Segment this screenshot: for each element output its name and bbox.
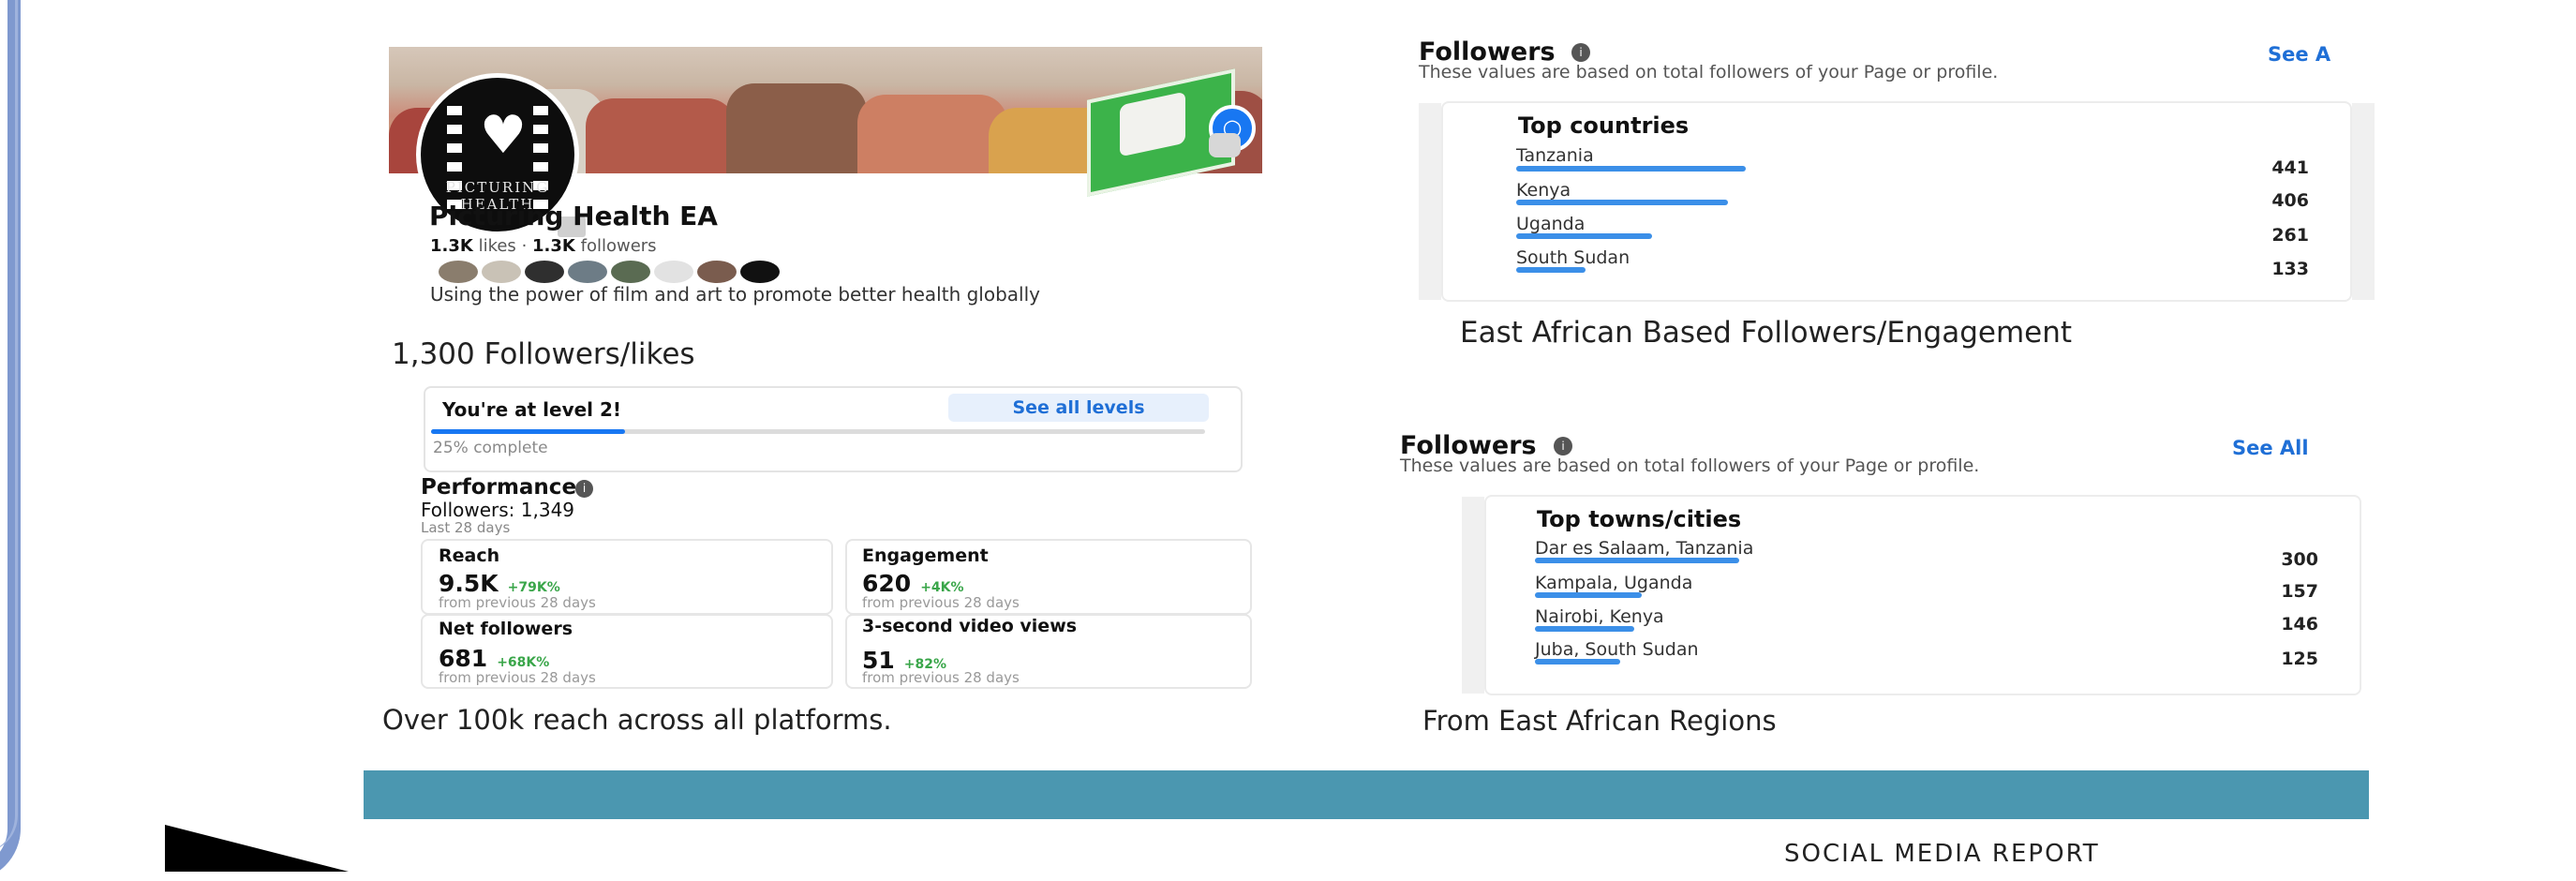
- country-value: 441: [2271, 157, 2309, 178]
- performance-title: Performance: [421, 475, 577, 500]
- countries-description: These values are based on total follower…: [1419, 62, 1999, 82]
- page-frame-inner: [0, 0, 18, 853]
- country-value: 133: [2271, 259, 2309, 279]
- likes-count: 1.3K: [430, 236, 473, 256]
- info-icon[interactable]: i: [575, 480, 593, 498]
- caption-regions: From East African Regions: [1422, 705, 1777, 737]
- info-icon[interactable]: i: [1554, 437, 1572, 455]
- metric-sub: from previous 28 days: [862, 669, 1020, 686]
- metric-change: +68K%: [497, 655, 550, 670]
- metric-label: Engagement: [862, 545, 989, 566]
- friend-avatar[interactable]: [482, 261, 521, 283]
- country-name: Kenya: [1516, 180, 1571, 201]
- city-value: 146: [2281, 614, 2318, 635]
- likes-label: likes: [478, 236, 516, 256]
- caption-reach: Over 100k reach across all platforms.: [382, 704, 892, 736]
- panel-edge: [1462, 497, 1484, 694]
- city-value: 300: [2281, 549, 2318, 570]
- friend-avatar[interactable]: [654, 261, 693, 283]
- metric-value: 620 +4K%: [862, 570, 964, 597]
- city-name: Juba, South Sudan: [1535, 639, 1699, 660]
- city-bar: [1535, 626, 1634, 632]
- corner-triangle: [165, 825, 349, 872]
- cover-camera-icon[interactable]: [1209, 133, 1241, 157]
- country-bar: [1516, 166, 1746, 172]
- city-value: 157: [2281, 581, 2318, 602]
- city-name: Kampala, Uganda: [1535, 573, 1693, 593]
- top-countries-heading: Top countries: [1518, 112, 1690, 139]
- friend-avatar[interactable]: [611, 261, 650, 283]
- metric-sub: from previous 28 days: [862, 594, 1020, 611]
- friend-avatar[interactable]: [697, 261, 737, 283]
- info-icon[interactable]: i: [1571, 43, 1590, 62]
- performance-followers: Followers: 1,349: [421, 499, 575, 521]
- friend-avatar[interactable]: [439, 261, 478, 283]
- followers-label: followers: [580, 236, 657, 256]
- metric-value: 9.5K +79K%: [439, 570, 560, 597]
- top-cities-heading: Top towns/cities: [1537, 506, 1742, 532]
- caption-east-african: East African Based Followers/Engagement: [1460, 316, 2073, 350]
- city-name: Nairobi, Kenya: [1535, 606, 1664, 627]
- country-bar: [1516, 200, 1728, 205]
- level-title: You're at level 2!: [442, 398, 622, 421]
- footer-band: [364, 770, 2369, 819]
- countries-see-all-link[interactable]: See A: [2268, 43, 2330, 66]
- country-value: 261: [2271, 225, 2309, 246]
- cities-description: These values are based on total follower…: [1400, 455, 1980, 476]
- level-progress-text: 25% complete: [433, 439, 548, 457]
- profile-stats: 1.3K likes · 1.3K followers: [430, 236, 657, 256]
- country-name: South Sudan: [1516, 247, 1630, 268]
- caption-followers-likes: 1,300 Followers/likes: [392, 337, 695, 371]
- city-bar: [1535, 659, 1620, 664]
- friend-avatar[interactable]: [525, 261, 564, 283]
- country-bar: [1516, 233, 1652, 239]
- footer-report-title: SOCIAL MEDIA REPORT: [1784, 840, 2100, 868]
- metric-sub: from previous 28 days: [439, 669, 596, 686]
- cover-crowd: [857, 95, 1007, 173]
- metric-change: +79K%: [507, 580, 560, 595]
- cover-crowd: [586, 98, 736, 173]
- country-name: Tanzania: [1516, 145, 1594, 166]
- country-value: 406: [2271, 190, 2309, 211]
- cities-see-all-link[interactable]: See All: [2232, 437, 2309, 459]
- country-name: Uganda: [1516, 214, 1586, 234]
- city-name: Dar es Salaam, Tanzania: [1535, 538, 1754, 559]
- metric-value: 681 +68K%: [439, 645, 550, 672]
- followers-count: 1.3K: [532, 236, 575, 256]
- city-bar: [1535, 592, 1642, 598]
- stats-separator: ·: [521, 236, 528, 256]
- performance-period: Last 28 days: [421, 519, 511, 536]
- city-bar: [1535, 558, 1739, 563]
- metric-sub: from previous 28 days: [439, 594, 596, 611]
- level-progress-fill: [431, 429, 625, 434]
- metric-label: 3-second video views: [862, 616, 1078, 636]
- metric-change: +4K%: [920, 580, 964, 595]
- profile-bio: Using the power of film and art to promo…: [430, 283, 1040, 306]
- see-all-levels-button[interactable]: See all levels: [948, 394, 1209, 422]
- metric-label: Reach: [439, 545, 500, 566]
- city-value: 125: [2281, 649, 2318, 669]
- more-friends-icon[interactable]: [740, 261, 780, 283]
- heart-hands-icon: ♥: [479, 105, 528, 166]
- friend-avatar[interactable]: [568, 261, 607, 283]
- cover-crowd: [726, 83, 867, 173]
- metric-label: Net followers: [439, 619, 573, 639]
- country-bar: [1516, 267, 1586, 273]
- profile-name: Picturing Health EA: [429, 201, 718, 231]
- panel-edge: [1419, 103, 1441, 300]
- panel-edge: [2352, 103, 2375, 300]
